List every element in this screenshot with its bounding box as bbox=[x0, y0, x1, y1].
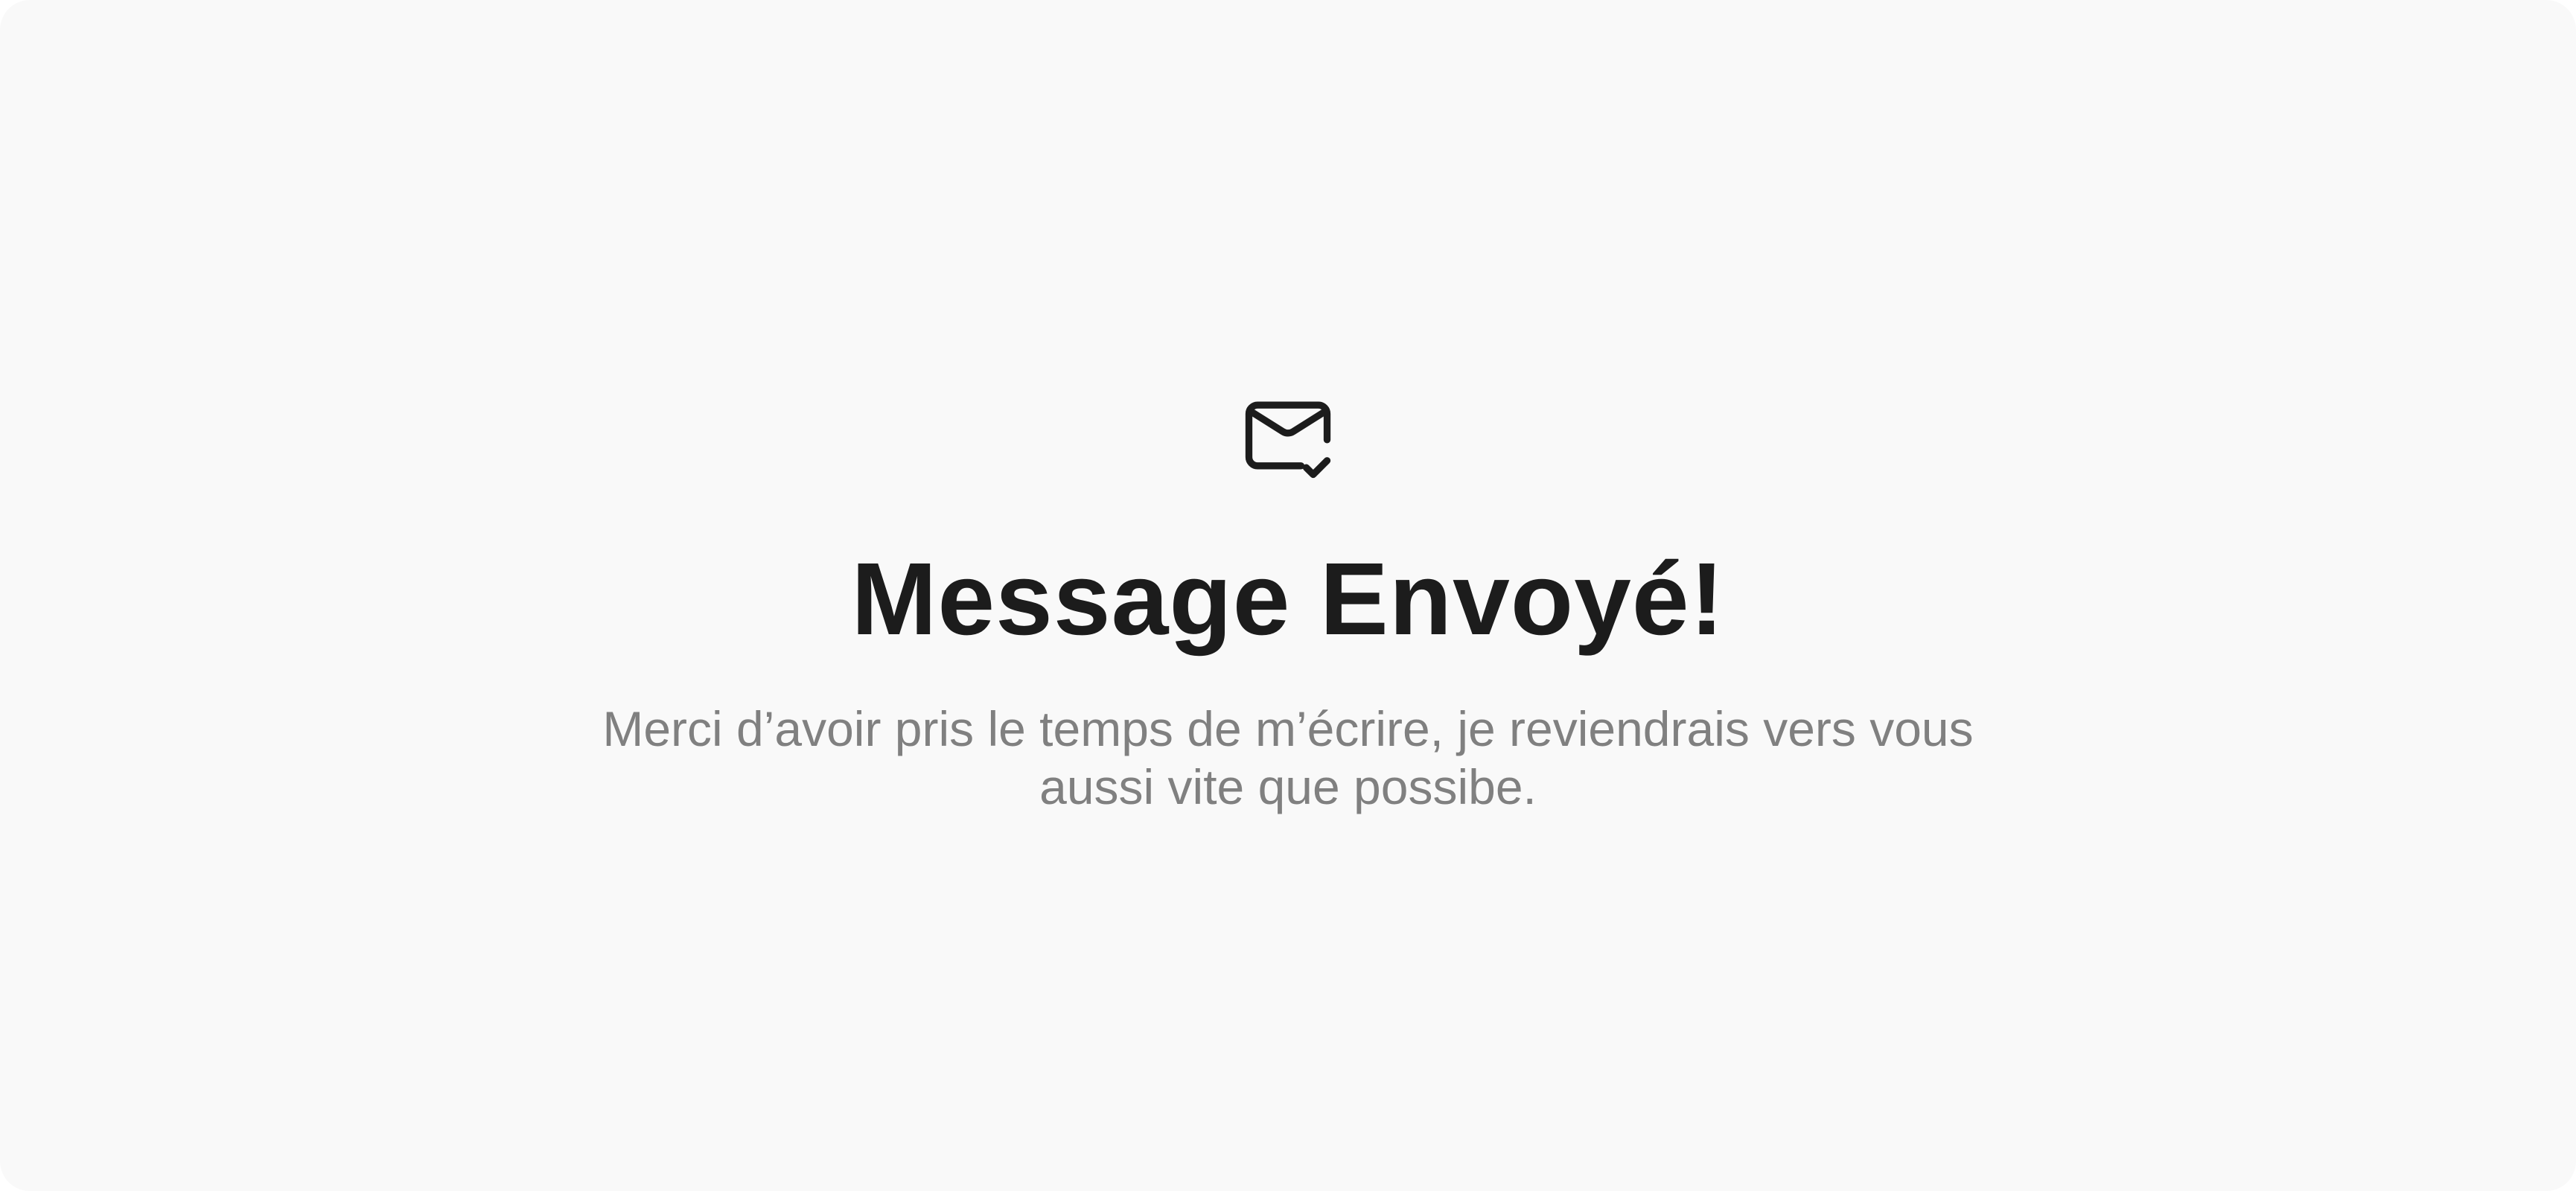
confirmation-card: Message Envoyé! Merci d’avoir pris le te… bbox=[0, 0, 2576, 1191]
confirmation-message: Merci d’avoir pris le temps de m’écrire,… bbox=[602, 701, 1974, 814]
confirmation-title: Message Envoyé! bbox=[851, 542, 1725, 657]
confirmation-content: Message Envoyé! Merci d’avoir pris le te… bbox=[0, 0, 2576, 1191]
mail-check-icon bbox=[1228, 383, 1348, 488]
